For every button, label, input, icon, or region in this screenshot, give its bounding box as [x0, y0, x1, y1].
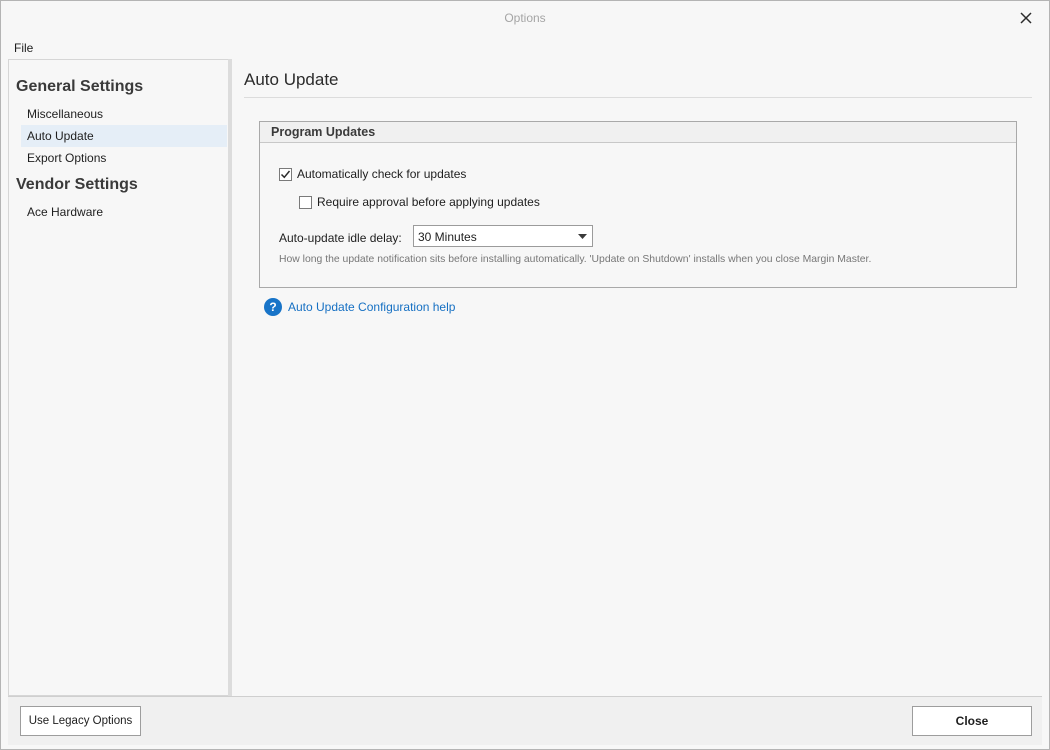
program-updates-group: Program Updates Automatically check for … [259, 121, 1017, 288]
chevron-down-icon [578, 234, 587, 239]
checkmark-icon [280, 170, 291, 178]
settings-sidebar: General Settings Miscellaneous Auto Upda… [8, 59, 229, 696]
close-icon[interactable] [1017, 9, 1035, 27]
help-link[interactable]: Auto Update Configuration help [288, 300, 455, 314]
title-divider [244, 97, 1032, 98]
sidebar-item-miscellaneous[interactable]: Miscellaneous [21, 103, 227, 125]
group-title: Program Updates [260, 122, 1016, 143]
sidebar-heading-general: General Settings [16, 78, 144, 95]
auto-check-option[interactable]: Automatically check for updates [279, 167, 466, 181]
sidebar-item-auto-update[interactable]: Auto Update [21, 125, 227, 147]
use-legacy-options-button[interactable]: Use Legacy Options [20, 706, 141, 736]
auto-check-checkbox[interactable] [279, 167, 292, 181]
require-approval-label: Require approval before applying updates [317, 195, 540, 209]
menu-file[interactable]: File [14, 41, 33, 55]
require-approval-checkbox[interactable] [299, 195, 312, 209]
content-panel: Auto Update Program Updates Automaticall… [232, 59, 1049, 696]
idle-delay-label: Auto-update idle delay: [279, 231, 402, 245]
sidebar-item-ace-hardware[interactable]: Ace Hardware [21, 201, 227, 223]
help-circle-icon[interactable]: ? [264, 298, 282, 316]
idle-delay-value: 30 Minutes [418, 230, 477, 244]
options-window: Options File General Settings Miscellane… [0, 0, 1050, 750]
page-title: Auto Update [244, 70, 339, 89]
require-approval-option[interactable]: Require approval before applying updates [299, 195, 540, 209]
menu-bar: File [1, 37, 1049, 59]
close-button[interactable]: Close [912, 706, 1032, 736]
help-link-row[interactable]: ? Auto Update Configuration help [264, 298, 455, 316]
sidebar-item-export-options[interactable]: Export Options [21, 147, 227, 169]
title-bar: Options [1, 1, 1049, 35]
auto-check-label: Automatically check for updates [297, 167, 467, 181]
sidebar-heading-vendor: Vendor Settings [16, 176, 138, 193]
idle-delay-dropdown[interactable]: 30 Minutes [413, 225, 593, 247]
window-title: Options [504, 11, 546, 25]
idle-delay-hint: How long the update notification sits be… [279, 254, 872, 265]
footer-bar: Use Legacy Options Close [8, 696, 1042, 745]
